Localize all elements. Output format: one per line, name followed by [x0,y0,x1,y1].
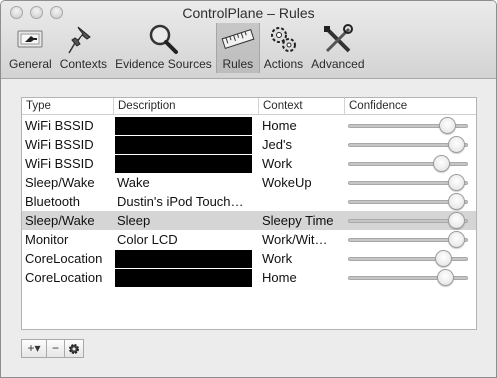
table-row[interactable]: WiFi BSSID Home [22,116,476,135]
cell-type: Sleep/Wake [25,175,95,190]
ruler-icon [221,28,255,50]
slider-knob[interactable] [448,231,465,248]
table-buttons: +▾ − [21,339,84,358]
table-row[interactable]: Bluetooth Dustin's iPod Touch… [22,192,476,211]
cell-context: WokeUp [262,175,312,190]
cell-type: Monitor [25,232,69,247]
cell-description: Sleep [117,213,151,228]
gear-icon [69,344,79,354]
slider-knob[interactable] [448,174,465,191]
cell-type: Bluetooth [25,194,80,209]
redaction-block [115,155,252,173]
magnifier-icon [150,24,179,54]
rules-table[interactable]: Type Description Context Confidence WiFi… [21,97,477,330]
slider-knob[interactable] [448,212,465,229]
tab-contexts-label: Contexts [59,57,108,71]
table-row[interactable]: WiFi BSSID Work [22,154,476,173]
preferences-toolbar: General Contexts Evidence Sources Rules … [5,23,369,75]
cell-context: Jed's [262,137,292,152]
tab-rules-label: Rules [222,57,254,71]
confidence-slider[interactable] [348,249,470,268]
slider-knob[interactable] [435,250,452,267]
slider-track[interactable] [348,162,468,166]
confidence-slider[interactable] [348,154,470,173]
cell-type: CoreLocation [25,270,103,285]
cell-type: WiFi BSSID [25,118,94,133]
tab-general-label: General [9,57,52,71]
cell-context: Work/Wit… [262,232,328,247]
tab-advanced-label: Advanced [311,57,365,71]
cell-context: Home [262,118,297,133]
redaction-block [115,269,252,287]
cell-description: Color LCD [117,232,178,247]
confidence-slider[interactable] [348,116,470,135]
column-header-type[interactable]: Type [22,98,114,114]
slider-knob[interactable] [448,136,465,153]
tools-icon [323,24,353,53]
cell-context: Work [262,251,293,266]
column-header-description[interactable]: Description [114,98,259,114]
table-row[interactable]: Monitor Color LCD Work/Wit… [22,230,476,249]
cell-description: Wake [117,175,150,190]
cell-type: WiFi BSSID [25,156,94,171]
tab-evidence-sources[interactable]: Evidence Sources [111,23,216,73]
slider-knob[interactable] [439,117,456,134]
cell-context: Home [262,270,297,285]
cell-context: Sleepy Time [262,213,334,228]
confidence-slider[interactable] [348,211,470,230]
confidence-slider[interactable] [348,173,470,192]
slider-knob[interactable] [437,269,454,286]
tab-evidence-sources-label: Evidence Sources [115,57,212,71]
redaction-block [115,250,252,268]
switch-icon [17,30,43,48]
cell-context [259,192,345,211]
window-title: ControlPlane – Rules [182,5,315,21]
cell-type: CoreLocation [25,251,103,266]
pushpin-icon [68,26,92,54]
table-row[interactable]: Sleep/Wake Wake WokeUp [22,173,476,192]
column-header-context[interactable]: Context [259,98,345,114]
confidence-slider[interactable] [348,230,470,249]
confidence-slider[interactable] [348,192,470,211]
tab-rules[interactable]: Rules [215,23,260,73]
add-rule-button[interactable]: +▾ [21,339,47,358]
confidence-slider[interactable] [348,135,470,154]
confidence-slider[interactable] [348,268,470,287]
title-bar: ControlPlane – Rules General Contexts Ev… [1,1,496,79]
action-menu-button[interactable] [64,339,84,358]
cell-type: WiFi BSSID [25,137,94,152]
tab-contexts[interactable]: Contexts [56,23,111,73]
cell-type: Sleep/Wake [25,213,95,228]
slider-knob[interactable] [448,193,465,210]
window: ControlPlane – Rules General Contexts Ev… [0,0,497,378]
table-row[interactable]: CoreLocation..Work [22,249,476,268]
table-row[interactable]: WiFi BSSID Jed's [22,135,476,154]
cell-context: Work [262,156,293,171]
remove-rule-button[interactable]: − [46,339,65,358]
tab-general[interactable]: General [5,23,56,73]
gears-icon [271,27,297,52]
table-row[interactable]: Sleep/Wake Sleep Sleepy Time [22,211,476,230]
slider-knob[interactable] [433,155,450,172]
cell-description: Dustin's iPod Touch… [117,194,244,209]
tab-actions[interactable]: Actions [260,23,307,73]
table-header: Type Description Context Confidence [22,98,476,115]
column-header-confidence[interactable]: Confidence [345,98,478,114]
tab-actions-label: Actions [263,57,304,71]
table-row[interactable]: CoreLocation..Home [22,268,476,287]
redaction-block [115,117,252,135]
redaction-block [115,136,252,154]
tab-advanced[interactable]: Advanced [307,23,368,73]
